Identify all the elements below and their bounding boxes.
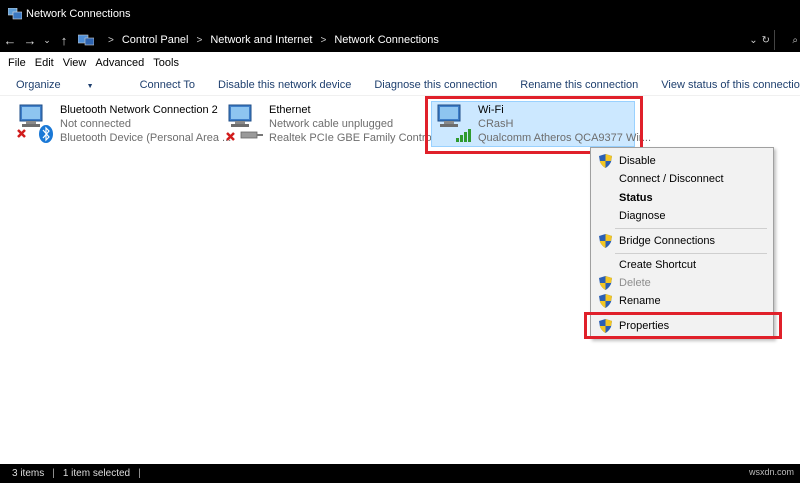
breadcrumb-separator[interactable]: > bbox=[108, 35, 114, 46]
title-bar: Network Connections bbox=[0, 0, 800, 28]
diagnose-button[interactable]: Diagnose this connection bbox=[374, 79, 497, 91]
bluetooth-network-icon bbox=[16, 103, 56, 147]
context-item-delete: Delete bbox=[591, 274, 775, 292]
status-separator: | bbox=[52, 468, 55, 479]
menu-file[interactable]: File bbox=[8, 57, 26, 69]
wifi-annotation-box bbox=[425, 96, 643, 154]
context-item-label: Create Shortcut bbox=[619, 259, 697, 271]
context-item-label: Delete bbox=[619, 277, 651, 289]
status-bar: 3 items | 1 item selected | wsxdn.com bbox=[0, 464, 800, 483]
connection-ethernet[interactable]: Ethernet Network cable unplugged Realtek… bbox=[225, 103, 446, 149]
menu-tools[interactable]: Tools bbox=[153, 57, 179, 69]
search-icon: ⌕ bbox=[792, 34, 798, 46]
address-dropdown-chevron-icon[interactable]: ⌄ bbox=[749, 35, 757, 46]
connection-name: Bluetooth Network Connection 2 bbox=[60, 104, 218, 116]
menu-advanced[interactable]: Advanced bbox=[95, 57, 144, 69]
organize-label: Organize bbox=[16, 78, 61, 91]
breadcrumb-separator[interactable]: > bbox=[197, 35, 203, 46]
breadcrumb-network-and-internet[interactable]: Network and Internet bbox=[210, 34, 312, 46]
connection-bluetooth[interactable]: Bluetooth Network Connection 2 Not conne… bbox=[16, 103, 231, 149]
uac-shield-icon bbox=[599, 276, 612, 290]
context-item-rename[interactable]: Rename bbox=[591, 292, 775, 310]
context-item-label: Disable bbox=[619, 155, 656, 167]
connection-device: Realtek PCIe GBE Family Controller bbox=[269, 132, 447, 144]
menu-view[interactable]: View bbox=[63, 57, 87, 69]
up-arrow-icon[interactable]: ↑ bbox=[54, 33, 74, 48]
context-item-diagnose[interactable]: Diagnose bbox=[591, 207, 775, 225]
forward-arrow-icon[interactable]: → bbox=[20, 33, 40, 48]
menu-separator bbox=[615, 253, 767, 254]
view-status-button[interactable]: View status of this connection bbox=[661, 79, 800, 91]
uac-shield-icon bbox=[599, 234, 612, 248]
dropdown-arrow-icon: ▼ bbox=[86, 82, 94, 90]
network-connections-icon bbox=[7, 7, 23, 20]
properties-annotation-box bbox=[584, 312, 782, 339]
context-item-label: Status bbox=[619, 192, 653, 204]
connection-name: Ethernet bbox=[269, 104, 311, 116]
menu-separator bbox=[615, 228, 767, 229]
context-item-connect-disconnect[interactable]: Connect / Disconnect bbox=[591, 170, 775, 188]
breadcrumb-network-connections[interactable]: Network Connections bbox=[334, 34, 439, 46]
back-arrow-icon[interactable]: ← bbox=[0, 33, 20, 48]
menu-bar: File Edit View Advanced Tools bbox=[0, 54, 800, 72]
item-count: 3 items bbox=[12, 468, 45, 479]
context-item-label: Rename bbox=[619, 295, 661, 307]
breadcrumb-control-panel[interactable]: Control Panel bbox=[122, 34, 189, 46]
connection-status: Not connected bbox=[60, 118, 131, 130]
menu-edit[interactable]: Edit bbox=[35, 57, 54, 69]
address-bar: ← → ⌄ ↑ > Control Panel > Network and In… bbox=[0, 28, 800, 52]
status-separator: | bbox=[138, 468, 141, 479]
context-menu: Disable Connect / Disconnect Status Diag… bbox=[590, 147, 774, 339]
ethernet-network-icon bbox=[225, 103, 265, 147]
selection-count: 1 item selected bbox=[62, 468, 131, 479]
watermark-text: wsxdn.com bbox=[748, 467, 794, 477]
context-item-label: Diagnose bbox=[619, 210, 666, 222]
connection-status: Network cable unplugged bbox=[269, 118, 394, 130]
context-item-disable[interactable]: Disable bbox=[591, 152, 775, 170]
command-bar: Organize ▼ Connect To Disable this networ… bbox=[0, 74, 800, 96]
control-panel-icon bbox=[77, 34, 95, 46]
context-item-bridge-connections[interactable]: Bridge Connections bbox=[591, 232, 775, 250]
organize-button[interactable]: Organize ▼ bbox=[16, 79, 117, 91]
rename-button[interactable]: Rename this connection bbox=[520, 79, 638, 91]
context-item-label: Connect / Disconnect bbox=[619, 173, 724, 185]
breadcrumb-separator[interactable]: > bbox=[320, 35, 326, 46]
connection-device: Bluetooth Device (Personal Area ... bbox=[60, 132, 232, 144]
uac-shield-icon bbox=[599, 154, 612, 168]
uac-shield-icon bbox=[599, 294, 612, 308]
context-item-create-shortcut[interactable]: Create Shortcut bbox=[591, 256, 775, 274]
disable-device-button[interactable]: Disable this network device bbox=[218, 79, 351, 91]
refresh-icon[interactable]: ↻ bbox=[762, 35, 770, 46]
search-box[interactable]: ⌕ bbox=[774, 30, 800, 50]
context-item-label: Bridge Connections bbox=[619, 235, 716, 247]
recent-locations-chevron-icon[interactable]: ⌄ bbox=[40, 35, 54, 46]
breadcrumb[interactable]: > Control Panel > Network and Internet >… bbox=[77, 30, 745, 50]
context-item-status[interactable]: Status bbox=[591, 189, 775, 207]
window-title: Network Connections bbox=[26, 8, 131, 20]
connect-to-button[interactable]: Connect To bbox=[140, 79, 195, 91]
